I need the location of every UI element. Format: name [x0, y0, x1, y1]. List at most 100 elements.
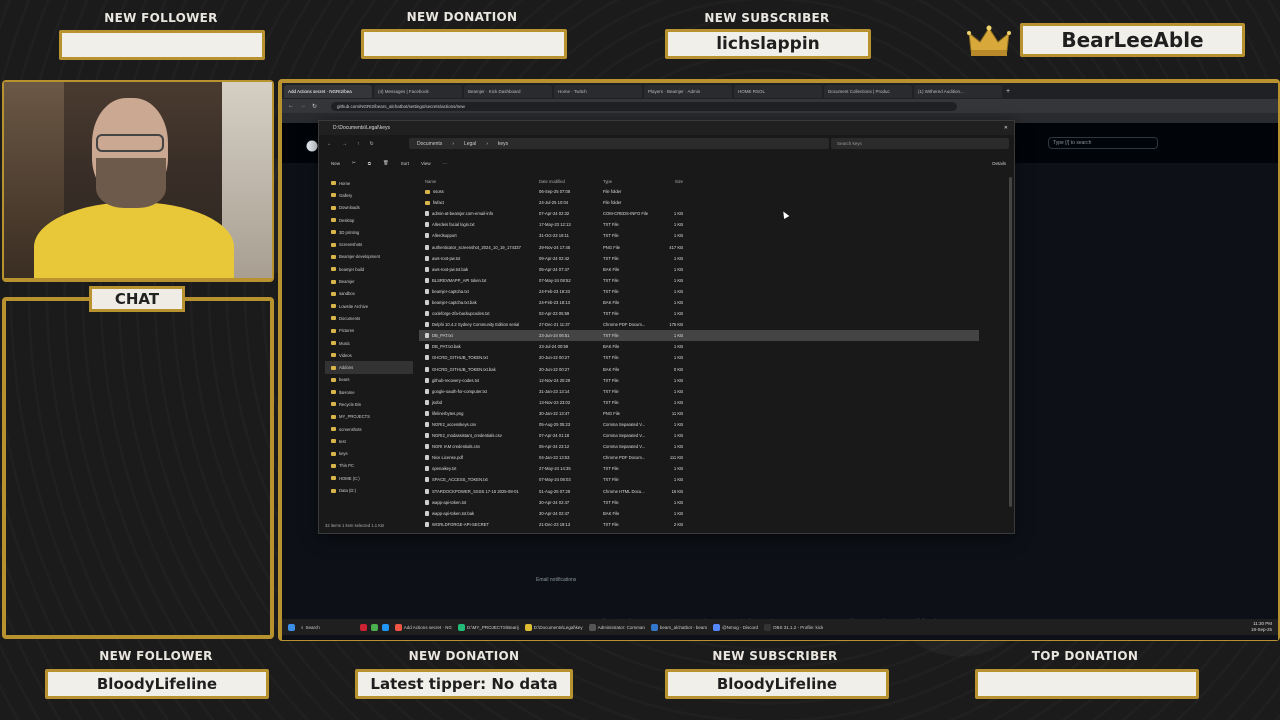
nav-pane-item[interactable]: Desktop — [325, 214, 413, 226]
app-icon[interactable] — [381, 623, 389, 631]
taskbar-item[interactable]: Administrator: Comman — [588, 623, 645, 631]
nav-pane-item[interactable]: MY_PROJECTS — [325, 411, 413, 423]
file-row[interactable]: wapp-api-token.txt 30-Apr-24 02:47 TXT Fil… — [419, 497, 979, 508]
column-type[interactable]: Type — [599, 179, 653, 184]
more-icon[interactable]: ··· — [443, 161, 448, 166]
file-row[interactable]: jsobd 13-Nov-23 23:02 TXT File 1 KB — [419, 397, 979, 408]
nav-pane-item[interactable]: Beamjer-development — [325, 251, 413, 263]
column-date[interactable]: Date modified — [535, 179, 599, 184]
email-notifications-link[interactable]: Email notifications — [536, 577, 576, 583]
nav-pane-item[interactable]: ltaHome — [325, 386, 413, 398]
file-row[interactable]: Allerdsupport 31-Oct-23 18:11 TXT File 1 KB — [419, 230, 979, 241]
file-row[interactable]: WORLDFORGE-API-SECRET 21-Dec-23 19:13 TXT … — [419, 519, 979, 530]
nav-pane-item[interactable]: Beamjer — [325, 275, 413, 287]
browser-tab[interactable]: Players · Beamjer · Admin — [644, 84, 732, 98]
browser-tab[interactable]: (4) Messages | Facebook — [374, 84, 462, 98]
nav-pane-item[interactable]: test — [325, 435, 413, 447]
nav-pane-item[interactable]: Data (D:) — [325, 484, 413, 496]
copy-icon[interactable]: ⧉ — [368, 161, 371, 166]
file-row[interactable]: authenticator_screenshot_2024_10_19_1743… — [419, 241, 979, 252]
file-row[interactable]: SPACE_ACCESS_TOKEN.txt 07-May-24 08:03 TXT… — [419, 474, 979, 485]
taskbar-item[interactable]: Add Actions secret · NG — [394, 623, 452, 631]
close-icon[interactable]: ✕ — [1004, 125, 1008, 131]
sort-button[interactable]: Sort — [401, 161, 409, 166]
browser-tab[interactable]: HOME RSOL — [734, 84, 822, 98]
taskbar-item[interactable]: OBS 31.1.2 - Profile: kick — [764, 623, 823, 631]
file-row[interactable]: lifelinerbytes.png 30-Jan-22 13:47 PNG Fil… — [419, 408, 979, 419]
column-size[interactable]: Size — [653, 179, 683, 184]
nav-pane-item[interactable]: Screenshots — [325, 238, 413, 250]
new-tab-icon[interactable]: + — [1006, 88, 1010, 95]
browser-tab[interactable]: (1) Withered Audition... — [914, 84, 1002, 98]
column-name[interactable]: Name — [419, 179, 535, 184]
nav-pane-item[interactable]: Documents — [325, 312, 413, 324]
file-row[interactable]: fwfact 24-Jul-25 10:04 File folder — [419, 197, 979, 208]
breadcrumb[interactable]: Documents › Legal › keys — [409, 138, 829, 149]
nav-pane-item[interactable]: This PC — [325, 460, 413, 472]
url-field[interactable]: github.com/NGRI2/bears_alchatbot/setting… — [331, 101, 958, 111]
file-row[interactable]: DB_PAT.txt.bak 23-Jul-24 00:59 BAK File 1 K… — [419, 341, 979, 352]
nav-pane-item[interactable]: Downloads — [325, 202, 413, 214]
taskbar-search[interactable]: ⌕ Search — [301, 625, 320, 630]
browser-tab[interactable]: Home · Twitch — [554, 84, 642, 98]
view-button[interactable]: View — [421, 161, 431, 166]
nav-pane-item[interactable]: Addons — [325, 361, 413, 374]
cut-icon[interactable]: ✂ — [352, 160, 356, 166]
nav-pane-item[interactable]: Recycle Bin — [325, 398, 413, 410]
file-row[interactable]: beamjer-captcha.txt 24-Feb-23 19:33 TXT Fi… — [419, 286, 979, 297]
nav-pane-item[interactable]: HOME (C:) — [325, 472, 413, 484]
file-row[interactable]: aws-root-pw.txt 09-Apr-24 02:42 TXT File 1 … — [419, 253, 979, 264]
clock[interactable]: 11:30 PM 18-Sep-25 — [1251, 621, 1272, 632]
taskbar-item[interactable]: @Nmog - Discord — [713, 623, 758, 631]
file-row[interactable]: github-recovery-codes.txt 12-Nov-24 20:29… — [419, 375, 979, 386]
nav-pane-item[interactable]: beamjer build — [325, 263, 413, 275]
file-row[interactable]: Allerdeis facial login.txt 17-May-23 12:1… — [419, 219, 979, 230]
browser-tab[interactable]: Add Actions secret · NGRI2/bea — [284, 84, 372, 98]
file-row[interactable]: openaikey.txt 27-May-24 14:35 TXT File 1 KB — [419, 463, 979, 474]
nav-pane-item[interactable]: sandbox — [325, 288, 413, 300]
nav-pane-item[interactable]: Lowsite Archive — [325, 300, 413, 312]
taskbar-item[interactable]: D:\MY_PROJECTS\Bearij — [457, 623, 519, 631]
file-row[interactable]: Delphi 10.4.2 Sydney Community Edition s… — [419, 319, 979, 330]
taskbar-item[interactable]: bears_alchatbot - bears — [650, 623, 707, 631]
nav-pane-item[interactable]: screenshots — [325, 423, 413, 435]
file-row[interactable]: DB_PAT.txt 23-Jun-24 06:51 TXT File 1 KB — [419, 330, 979, 342]
file-row[interactable]: NGRI IAM credentials.csv 05-Apr-24 23:12 C… — [419, 441, 979, 452]
scrollbar[interactable] — [1009, 177, 1012, 507]
file-row[interactable]: NGRI2_accesskeys.csv 05-Aug-25 05:23 Comma… — [419, 419, 979, 430]
forward-icon[interactable]: → — [300, 103, 306, 109]
nav-pane-item[interactable]: Pictures — [325, 325, 413, 337]
forward-icon[interactable]: → — [342, 141, 347, 147]
back-icon[interactable]: ← — [288, 103, 294, 109]
github-logo-icon[interactable] — [306, 140, 318, 152]
file-row[interactable]: google-oauth-for-computer.txt 31-Jan-23 1… — [419, 386, 979, 397]
nav-pane-item[interactable]: keys — [325, 448, 413, 460]
nav-pane-item[interactable]: Music — [325, 337, 413, 349]
file-row[interactable]: wapp-api-token.txt.bak 30-Apr-24 02:47 BAK… — [419, 508, 979, 519]
github-search-input[interactable]: Type [/] to search — [1048, 137, 1158, 149]
new-button[interactable]: New — [331, 161, 340, 166]
file-row[interactable]: GHCRD_GITHUB_TOKEN.txt 20-Jun-22 00:27 TXT… — [419, 352, 979, 363]
file-row[interactable]: GHCRD_GITHUB_TOKEN.txt.bak 20-Jun-22 00:2… — [419, 364, 979, 375]
browser-tab[interactable]: Beamjer · Kick Dashboard — [464, 84, 552, 98]
file-row[interactable]: Nice License.pdf 04-Jan-23 13:53 Chrome PD… — [419, 452, 979, 463]
file-row[interactable]: BLSREVMAPP_API token.txt 07-May-24 08:52 T… — [419, 275, 979, 286]
nav-pane-item[interactable]: Home — [325, 177, 413, 189]
back-icon[interactable]: ← — [327, 141, 332, 147]
app-icon[interactable] — [359, 623, 367, 631]
delete-icon[interactable]: 🗑 — [383, 160, 389, 166]
up-icon[interactable]: ↑ — [357, 141, 360, 147]
breadcrumb-item[interactable]: Documents — [417, 141, 442, 147]
nav-pane-item[interactable]: Videos — [325, 349, 413, 361]
file-row[interactable]: admin-at-beamjer.com-email-info 07-Apr-24… — [419, 208, 979, 219]
file-row[interactable]: NGRI2_modassistant_credentials.csv 07-Apr… — [419, 430, 979, 441]
breadcrumb-item[interactable]: keys — [498, 141, 508, 147]
file-row[interactable]: STARDOCKPOWER_SSSS 17-15 2025-08-01 01-Au… — [419, 486, 979, 497]
taskbar-item[interactable]: D:\Documents\Legal\key — [524, 623, 583, 631]
app-icon[interactable] — [370, 623, 378, 631]
refresh-icon[interactable]: ↻ — [370, 141, 374, 147]
nav-pane-item[interactable]: bears — [325, 374, 413, 386]
breadcrumb-item[interactable]: Legal — [464, 141, 476, 147]
details-button[interactable]: Details — [992, 161, 1006, 166]
file-row[interactable]: codeforge-2fa-backupcodes.txt 02-Apr-23 0… — [419, 308, 979, 319]
